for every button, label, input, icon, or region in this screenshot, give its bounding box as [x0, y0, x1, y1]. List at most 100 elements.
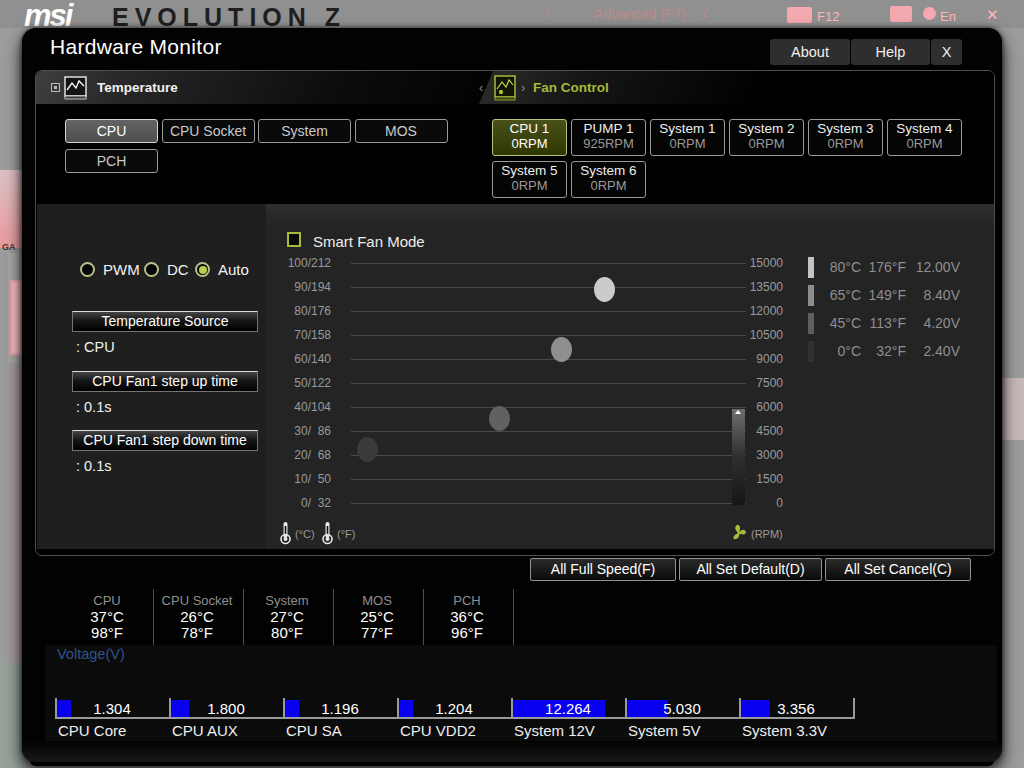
status-temp-f-3: 77°F [332, 624, 422, 641]
about-button[interactable]: About [770, 39, 850, 65]
mode-radio-pwm[interactable] [80, 262, 95, 277]
ref-temp-f-2: 113°F [862, 315, 906, 331]
field-value-2: : 0.1s [76, 458, 111, 474]
fan-prev-chevron[interactable]: ‹ [479, 80, 483, 95]
language-label[interactable]: En [940, 9, 956, 24]
footer-button-1[interactable]: All Set Default(D) [679, 558, 822, 581]
fan-button-pump-1[interactable]: PUMP 1925RPM [571, 119, 646, 156]
ref-temp-f-1: 149°F [862, 287, 906, 303]
fan-button-system-6[interactable]: System 60RPM [571, 161, 646, 198]
smart-fan-mode-checkbox[interactable] [287, 232, 301, 247]
monitor-icon[interactable] [890, 6, 912, 22]
bg-decor-right [1002, 378, 1024, 440]
bg-sidebar-tab [0, 170, 22, 248]
temp-tick-9: 10/50 [251, 472, 331, 486]
footer-button-0[interactable]: All Full Speed(F) [530, 558, 676, 581]
celsius-legend: (°C) [295, 528, 315, 540]
bg-sidebar-label: GA [2, 242, 16, 252]
temp-tick-7: 30/86 [251, 424, 331, 438]
field-value-1: : 0.1s [76, 399, 111, 415]
rpm-tick-10: 0 [713, 496, 783, 510]
bell-icon[interactable] [923, 7, 936, 20]
fan-curve-panel [266, 204, 994, 549]
fan-next-chevron[interactable]: › [521, 80, 525, 95]
fan-curve-point-3[interactable] [357, 437, 378, 462]
window-close-button[interactable]: X [931, 39, 962, 65]
grid-line-1 [351, 287, 746, 288]
voltage-label-3: CPU VDD2 [400, 722, 476, 739]
fan-legend-icon [730, 524, 748, 542]
field-button-2[interactable]: CPU Fan1 step down time [72, 430, 258, 451]
thermometer-c-icon [279, 521, 292, 545]
fan-button-system-5[interactable]: System 50RPM [492, 161, 567, 198]
temp-tab-cpu[interactable]: CPU [65, 119, 158, 143]
status-temp-c-2: 27°C [242, 608, 332, 625]
fan-rpm: 0RPM [888, 136, 961, 151]
fan-speed-slider[interactable] [732, 409, 745, 505]
fan-rpm: 0RPM [493, 178, 566, 193]
field-button-1[interactable]: CPU Fan1 step up time [72, 371, 258, 392]
voltage-title: Voltage(V) [57, 646, 125, 662]
ref-volt-1: 8.40V [908, 287, 960, 303]
bg-decor-strip-4 [0, 663, 22, 768]
status-temp-f-4: 96°F [422, 624, 512, 641]
fan-name: CPU 1 [493, 121, 566, 136]
fan-curve-point-0[interactable] [594, 277, 615, 302]
bg-close-icon[interactable]: ✕ [986, 6, 999, 24]
mode-radio-auto[interactable] [195, 262, 210, 277]
fan-button-system-1[interactable]: System 10RPM [650, 119, 725, 156]
ref-volt-0: 12.00V [908, 259, 960, 275]
mode-label-pwm: PWM [103, 261, 140, 278]
fan-rpm: 0RPM [730, 136, 803, 151]
bg-menu-advanced[interactable]: Advanced (F7) [585, 6, 695, 22]
status-temp-label-2: System [242, 593, 332, 608]
temp-tab-system[interactable]: System [258, 119, 351, 143]
rpm-tick-2: 12000 [713, 304, 783, 318]
grid-line-3 [351, 335, 746, 336]
fahrenheit-legend: (°F) [337, 528, 355, 540]
radio-dot [199, 266, 207, 274]
field-button-0[interactable]: Temperature Source [72, 311, 258, 332]
status-temp-label-0: CPU [62, 593, 152, 608]
status-temp-c-1: 26°C [152, 608, 242, 625]
mode-radio-dc[interactable] [144, 262, 159, 277]
grid-line-9 [351, 479, 746, 480]
grid-line-10 [351, 503, 746, 504]
decor-backslash: \ [545, 5, 549, 23]
fan-name: System 5 [493, 163, 566, 178]
temp-tick-8: 20/68 [251, 448, 331, 462]
window-title: Hardware Monitor [50, 35, 222, 59]
fan-button-cpu-1[interactable]: CPU 10RPM [492, 119, 567, 156]
mode-label-dc: DC [167, 261, 189, 278]
fan-button-system-3[interactable]: System 30RPM [808, 119, 883, 156]
temp-tab-pch[interactable]: PCH [65, 149, 158, 173]
thermometer-f-icon [321, 521, 334, 545]
fan-name: System 2 [730, 121, 803, 136]
grid-line-2 [351, 311, 746, 312]
status-temp-f-2: 80°F [242, 624, 332, 641]
ref-volt-2: 4.20V [908, 315, 960, 331]
fan-button-system-4[interactable]: System 40RPM [887, 119, 962, 156]
help-button[interactable]: Help [851, 39, 930, 65]
fan-button-system-2[interactable]: System 20RPM [729, 119, 804, 156]
voltage-tick-end [853, 698, 855, 719]
temp-tab-cpu-socket[interactable]: CPU Socket [162, 119, 255, 143]
grid-line-8 [351, 455, 746, 456]
mode-label-auto: Auto [218, 261, 249, 278]
temp-tick-10: 0/32 [251, 496, 331, 510]
modal-bottom-edge [22, 741, 1002, 762]
footer-button-2[interactable]: All Set Cancel(C) [825, 558, 971, 581]
status-temp-f-0: 98°F [62, 624, 152, 641]
ref-temp-f-3: 32°F [862, 343, 906, 359]
rpm-tick-3: 10500 [713, 328, 783, 342]
fan-curve-point-1[interactable] [551, 337, 572, 362]
temp-tick-5: 50/122 [251, 376, 331, 390]
f12-label: F12 [817, 9, 839, 24]
voltage-value-6: 3.356 [739, 700, 853, 717]
voltage-label-4: System 12V [514, 722, 595, 739]
monitor-panel: Temperature ‹ › Fan Control CPUCPU Socke… [35, 70, 995, 556]
temp-tick-1: 90/194 [251, 280, 331, 294]
voltage-value-0: 1.304 [55, 700, 169, 717]
f12-screenshot-icon[interactable] [787, 7, 812, 23]
temp-tab-mos[interactable]: MOS [355, 119, 448, 143]
